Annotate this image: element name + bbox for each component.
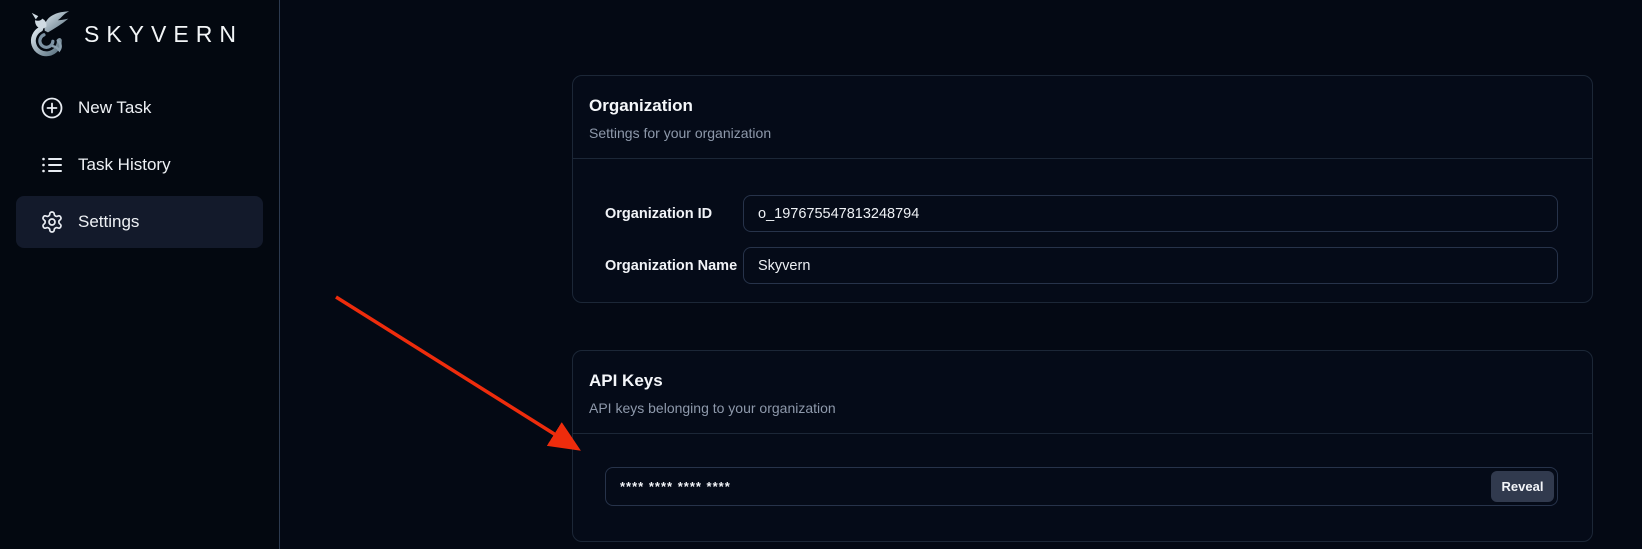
sidebar-item-new-task[interactable]: New Task [16,82,263,134]
organization-id-row: Organization ID [605,195,1558,232]
organization-card-body: Organization ID Organization Name [573,195,1592,284]
api-keys-card-body: Reveal [573,467,1592,506]
organization-card: Organization Settings for your organizat… [572,75,1593,303]
brand-name: SKYVERN [84,21,243,48]
api-key-field: Reveal [605,467,1558,506]
organization-id-input[interactable] [743,195,1558,232]
sidebar-item-label: Task History [78,155,171,175]
reveal-button[interactable]: Reveal [1491,471,1554,502]
organization-name-label: Organization Name [605,258,743,274]
organization-card-header: Organization Settings for your organizat… [573,76,1592,159]
api-keys-card-title: API Keys [589,371,1576,391]
organization-name-row: Organization Name [605,247,1558,284]
sidebar-item-label: New Task [78,98,151,118]
organization-card-subtitle: Settings for your organization [589,125,1576,141]
api-keys-card-subtitle: API keys belonging to your organization [589,400,1576,416]
sidebar-item-task-history[interactable]: Task History [16,139,263,191]
plus-circle-icon [40,96,64,120]
sidebar-item-settings[interactable]: Settings [16,196,263,248]
settings-page: SKYVERN New Task Task History [0,0,1642,549]
gear-icon [40,210,64,234]
api-keys-card: API Keys API keys belonging to your orga… [572,350,1593,542]
api-key-masked-input[interactable] [605,467,1558,506]
api-keys-card-header: API Keys API keys belonging to your orga… [573,351,1592,434]
organization-card-title: Organization [589,96,1576,116]
sidebar-nav: New Task Task History Settings [16,82,263,248]
organization-id-label: Organization ID [605,206,743,222]
sidebar: SKYVERN New Task Task History [0,0,280,549]
organization-name-input[interactable] [743,247,1558,284]
dragon-logo-icon [22,7,74,61]
sidebar-item-label: Settings [78,212,139,232]
brand-logo[interactable]: SKYVERN [16,0,263,64]
list-icon [40,153,64,177]
